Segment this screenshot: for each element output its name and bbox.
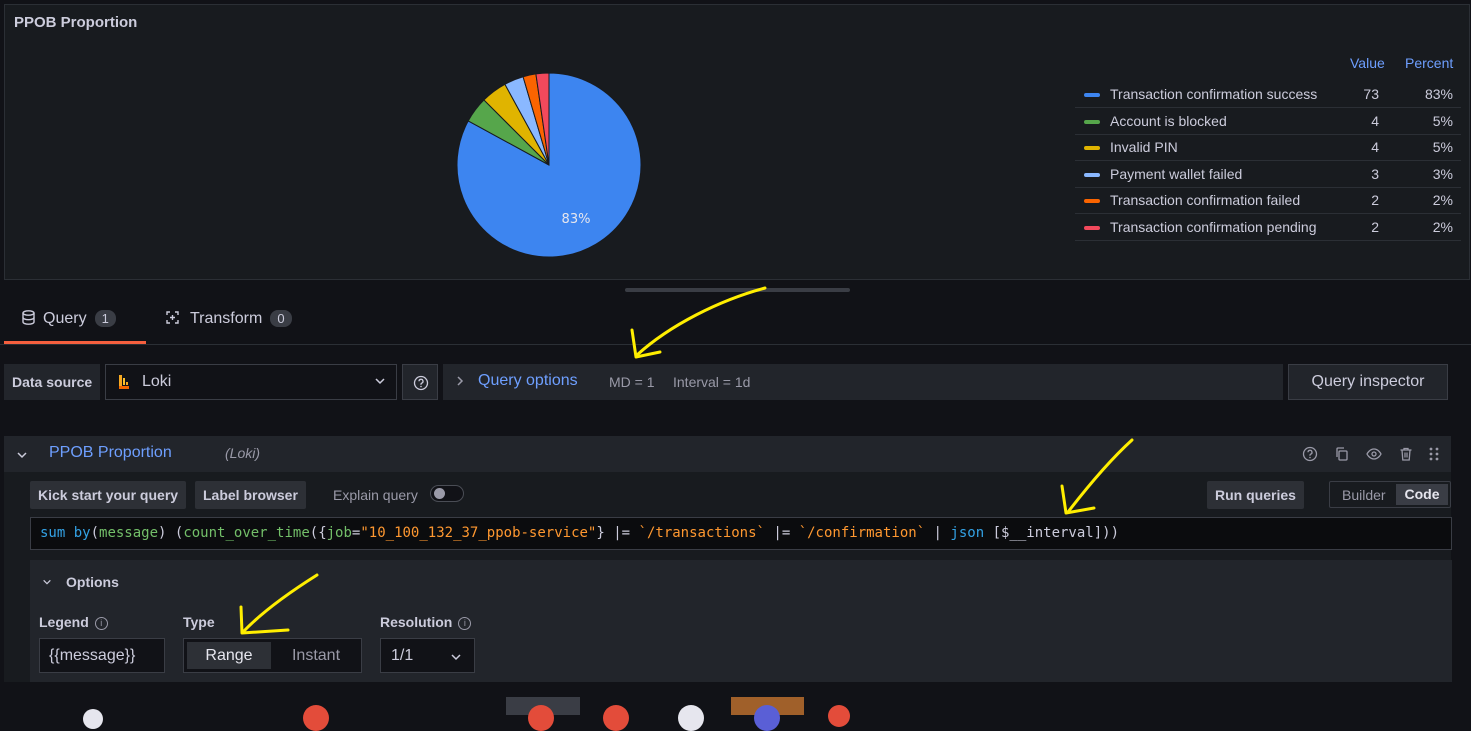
- annotation-arrow: [241, 573, 319, 634]
- taskbar-app-icon[interactable]: [754, 705, 780, 731]
- annotation-arrows: [239, 286, 1134, 635]
- taskbar-app-icon[interactable]: [528, 705, 554, 731]
- taskbar-app-icon[interactable]: [303, 705, 329, 731]
- taskbar-app-icon[interactable]: [83, 709, 103, 729]
- annotation-arrow: [635, 286, 767, 357]
- annotation-arrow: [1066, 438, 1134, 514]
- annotation-arrowhead: [630, 328, 662, 359]
- taskbar-app-icon[interactable]: [603, 705, 629, 731]
- taskbar-app-icon[interactable]: [678, 705, 704, 731]
- taskbar-app-icon[interactable]: [828, 705, 850, 727]
